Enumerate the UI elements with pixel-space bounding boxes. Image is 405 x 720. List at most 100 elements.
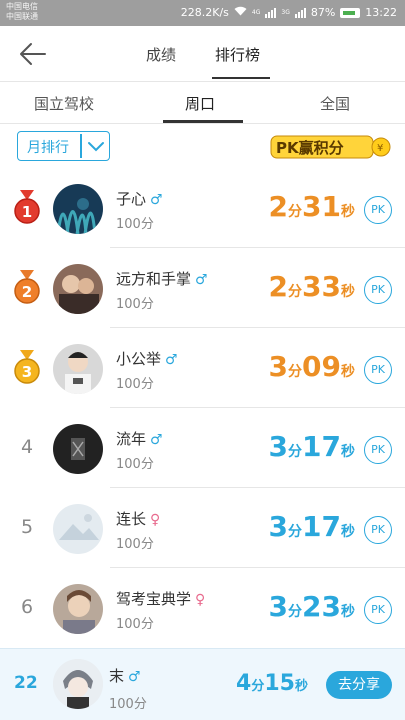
user-score: 100分 [116, 457, 154, 472]
time-seconds-unit: 秒 [341, 204, 355, 220]
avatar[interactable] [53, 344, 103, 394]
time-minutes-unit: 分 [288, 364, 303, 380]
user-score: 100分 [116, 377, 154, 392]
pk-button[interactable]: PK [364, 276, 392, 304]
rank-number: 4 [20, 436, 34, 458]
status-right: 228.2K/s 4G 3G 87% 13:22 [181, 6, 397, 19]
avatar[interactable] [53, 424, 103, 474]
pk-win-points-banner[interactable]: PK赢积分 ¥ [270, 133, 392, 161]
avatar[interactable] [53, 584, 103, 634]
time-seconds: 09 [302, 350, 341, 383]
my-rank-number: 22 [14, 673, 38, 693]
time-minutes: 3 [268, 590, 289, 623]
carrier-1: 中国电信 [6, 2, 38, 11]
pk-button[interactable]: PK [364, 436, 392, 464]
time-seconds-unit: 秒 [341, 444, 355, 460]
pk-button[interactable]: PK [364, 356, 392, 384]
pk-button[interactable]: PK [364, 516, 392, 544]
silver-medal-icon: 2 [12, 270, 42, 306]
male-icon: ♂ [165, 352, 178, 368]
tab-national[interactable]: 全国 [320, 93, 350, 114]
chevron-down-icon [87, 138, 105, 154]
completion-time: 3分09秒 [269, 350, 355, 383]
scope-tabs: 国立驾校 周口 全国 [0, 82, 405, 124]
medal-rank-3: 3 [22, 363, 32, 381]
completion-time: 3分23秒 [269, 590, 355, 623]
user-name: 驾考宝典学 ♀ [116, 588, 205, 609]
user-score: 100分 [116, 617, 154, 632]
ranking-row-2[interactable]: 2 远方和手掌 ♂ 100分 2分33秒 PK [0, 248, 405, 328]
period-dropdown[interactable]: 月排行 [17, 131, 110, 161]
wifi-icon [234, 6, 247, 19]
tab-leaderboard[interactable]: 排行榜 [215, 44, 260, 65]
time-seconds-unit: 秒 [341, 524, 355, 540]
tab-scores[interactable]: 成绩 [146, 44, 176, 65]
ranking-row-1[interactable]: 1 子心 ♂ 100分 2分31秒 PK [0, 168, 405, 248]
clock: 13:22 [365, 6, 397, 19]
my-rank-bar: 22 末 ♂ 100分 4分15秒 去分享 [0, 648, 405, 720]
carrier-info: 中国电信 中国联通 [6, 2, 38, 22]
ranking-row-6[interactable]: 6 驾考宝典学 ♀ 100分 3分23秒 PK [0, 568, 405, 648]
medal-rank-2: 2 [22, 283, 32, 301]
time-minutes-unit: 分 [288, 524, 303, 540]
ranking-row-3[interactable]: 3 小公举 ♂ 100分 3分09秒 PK [0, 328, 405, 408]
user-name: 连长 ♀ [116, 508, 160, 529]
ranking-row-4[interactable]: 4 流年 ♂ 100分 3分17秒 PK [0, 408, 405, 488]
user-name: 小公举 ♂ [116, 348, 178, 369]
female-icon: ♀ [195, 592, 206, 608]
dropdown-separator [80, 134, 82, 158]
status-bar: 中国电信 中国联通 228.2K/s 4G 3G 87% 13:22 [0, 0, 405, 26]
back-button[interactable] [18, 40, 48, 68]
avatar[interactable] [53, 504, 103, 554]
active-scope-indicator [163, 120, 243, 123]
time-minutes: 3 [268, 430, 289, 463]
my-time: 4分15秒 [236, 671, 308, 696]
battery-icon [340, 7, 361, 18]
user-name-text: 远方和手掌 [116, 270, 192, 288]
user-score: 100分 [116, 537, 154, 552]
female-icon: ♀ [150, 512, 161, 528]
signal-4g-label: 4G [251, 9, 261, 16]
male-icon: ♂ [150, 432, 163, 448]
completion-time: 2分33秒 [269, 270, 355, 303]
time-seconds: 17 [302, 430, 341, 463]
tab-city[interactable]: 周口 [185, 93, 215, 114]
my-time-seconds-unit: 秒 [294, 679, 308, 694]
user-name: 远方和手掌 ♂ [116, 268, 208, 289]
time-seconds-unit: 秒 [341, 284, 355, 300]
bronze-medal-icon: 3 [12, 350, 42, 386]
time-minutes-unit: 分 [288, 444, 303, 460]
my-time-minutes-unit: 分 [251, 679, 265, 694]
avatar[interactable] [53, 184, 103, 234]
rank-number: 5 [20, 516, 34, 538]
user-name-text: 驾考宝典学 [116, 590, 192, 608]
time-minutes-unit: 分 [288, 204, 303, 220]
pk-button[interactable]: PK [364, 196, 392, 224]
time-minutes-unit: 分 [288, 604, 303, 620]
ranking-row-5[interactable]: 5 连长 ♀ 100分 3分17秒 PK [0, 488, 405, 568]
user-name-text: 连长 [116, 510, 147, 528]
rank-number: 6 [20, 596, 34, 618]
battery-percent: 87% [310, 6, 336, 19]
active-tab-indicator [212, 77, 270, 79]
time-seconds: 31 [302, 190, 341, 223]
time-minutes: 3 [268, 350, 289, 383]
tab-school[interactable]: 国立驾校 [34, 93, 94, 114]
medal-rank-1: 1 [22, 203, 32, 221]
user-score: 100分 [116, 217, 154, 232]
completion-time: 3分17秒 [269, 430, 355, 463]
my-time-seconds: 15 [264, 671, 295, 696]
signal-bars-1-icon [265, 7, 277, 18]
user-name-text: 流年 [116, 430, 147, 448]
pk-button[interactable]: PK [364, 596, 392, 624]
title-bar: 成绩 排行榜 [0, 26, 405, 82]
my-avatar[interactable] [53, 659, 103, 709]
coin-symbol: ¥ [377, 143, 383, 154]
time-minutes: 2 [268, 270, 289, 303]
time-minutes: 2 [268, 190, 289, 223]
share-button[interactable]: 去分享 [326, 671, 392, 699]
my-time-minutes: 4 [236, 671, 252, 696]
avatar[interactable] [53, 264, 103, 314]
user-name-text: 小公举 [116, 350, 162, 368]
time-seconds: 17 [302, 510, 341, 543]
